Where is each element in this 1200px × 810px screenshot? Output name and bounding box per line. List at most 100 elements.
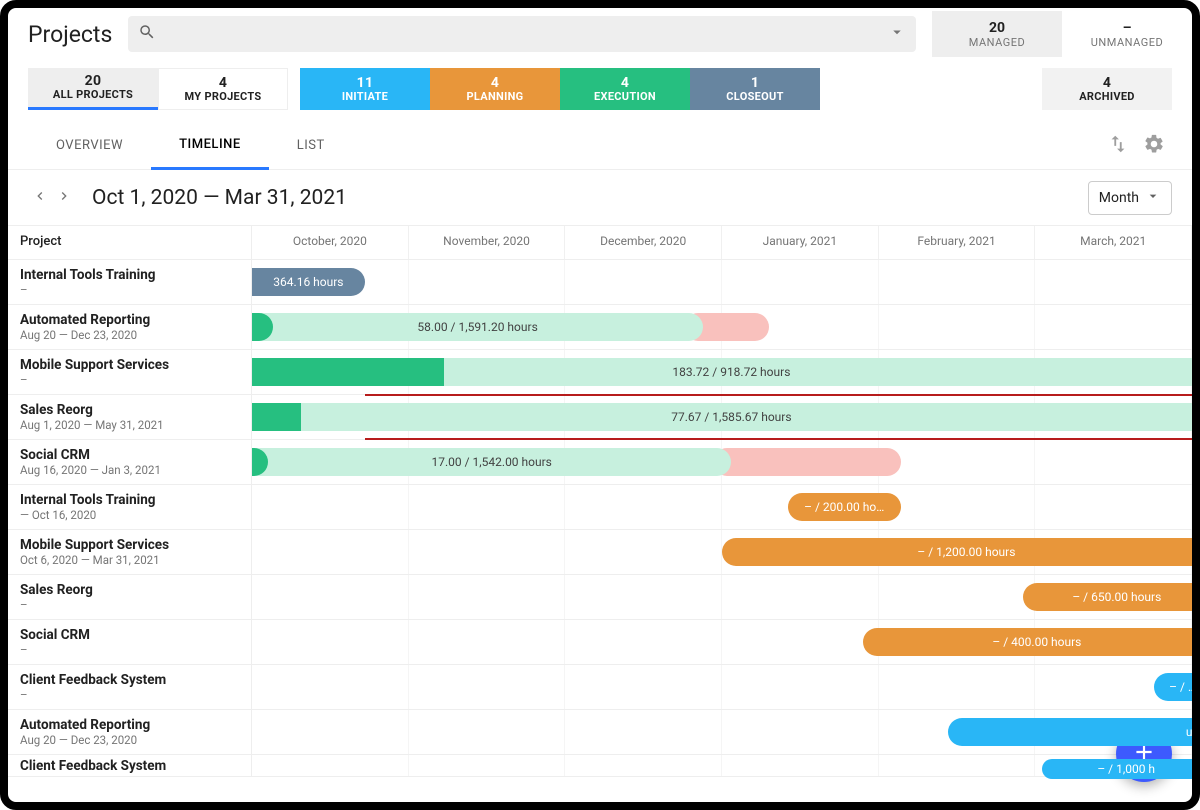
gantt-bar-label: 17.00 / 1,542.00 hours xyxy=(252,455,731,469)
gantt-bar-label: – / 1,000 h xyxy=(1042,762,1200,776)
chevron-right-icon xyxy=(56,188,72,208)
project-cell[interactable]: Client Feedback System xyxy=(8,755,252,776)
filter-closeout-label: CLOSEOUT xyxy=(726,90,783,103)
filter-closeout-count: 1 xyxy=(751,76,759,90)
gantt-bar[interactable]: 58.00 / 1,591.20 hours xyxy=(252,313,703,341)
gantt-row: Sales ReorgAug 1, 2020 — May 31, 202177.… xyxy=(8,395,1192,440)
filter-my-projects[interactable]: 4 MY PROJECTS xyxy=(158,68,288,110)
page-title: Projects xyxy=(28,21,112,48)
tab-list[interactable]: LIST xyxy=(269,122,353,170)
gantt-bar-label: 364.16 hours xyxy=(252,275,365,289)
filter-closeout[interactable]: 1 CLOSEOUT xyxy=(690,68,820,110)
managed-summary[interactable]: 20 MANAGED xyxy=(932,11,1062,57)
gantt-bar[interactable]: – / 1,200.00 hours xyxy=(722,538,1200,566)
gantt-bar[interactable]: 17.00 / 1,542.00 hours xyxy=(252,448,731,476)
project-name: Internal Tools Training xyxy=(20,267,239,283)
filter-execution-count: 4 xyxy=(621,76,629,90)
filter-mine-label: MY PROJECTS xyxy=(185,90,262,103)
gantt-bar[interactable]: 364.16 hours xyxy=(252,268,365,296)
gantt-row: Mobile Support ServicesOct 6, 2020 — Mar… xyxy=(8,530,1192,575)
filter-initiate-label: INITIATE xyxy=(342,90,388,103)
project-cell[interactable]: Sales Reorg– xyxy=(8,575,252,619)
project-cell[interactable]: Social CRM– xyxy=(8,620,252,664)
project-cell[interactable]: Internal Tools Training– xyxy=(8,260,252,304)
gantt-bar[interactable] xyxy=(252,403,301,431)
project-dates: — Oct 16, 2020 xyxy=(20,508,239,522)
gantt-bar[interactable]: – / 200.00 ho… xyxy=(788,493,901,521)
project-dates: Aug 20 — Dec 23, 2020 xyxy=(20,733,239,747)
gantt-bar-label: 58.00 / 1,591.20 hours xyxy=(252,320,703,334)
gantt-bar-label: 77.67 / 1,585.67 hours xyxy=(252,410,1200,424)
project-name: Mobile Support Services xyxy=(20,357,239,373)
project-name: Client Feedback System xyxy=(20,758,239,774)
gantt-bar-label: – / 400.00 hours xyxy=(863,635,1200,649)
filter-all-label: ALL PROJECTS xyxy=(53,88,133,101)
filter-planning-count: 4 xyxy=(491,76,499,90)
chevron-down-icon xyxy=(1145,188,1161,208)
unmanaged-count: – xyxy=(1062,20,1192,36)
project-name: Automated Reporting xyxy=(20,312,239,328)
gantt-bar[interactable] xyxy=(252,358,444,386)
project-dates: – xyxy=(20,643,239,657)
gantt-row: Client Feedback System–– / … xyxy=(8,665,1192,710)
project-cell[interactable]: Sales ReorgAug 1, 2020 — May 31, 2021 xyxy=(8,395,252,439)
gantt-row: Mobile Support Services–183.72 / 918.72 … xyxy=(8,350,1192,395)
gantt-row: Internal Tools Training–364.16 hours xyxy=(8,260,1192,305)
gantt-row: Automated ReportingAug 20 — Dec 23, 2020… xyxy=(8,305,1192,350)
month-header: February, 2021 xyxy=(879,226,1036,259)
filter-initiate[interactable]: 11 INITIATE xyxy=(300,68,430,110)
gantt-bar-label: – / 650.00 hours xyxy=(1023,590,1200,604)
gantt-bar[interactable]: – / … xyxy=(1154,673,1200,701)
gantt-bar[interactable]: – / 650.00 hours xyxy=(1023,583,1200,611)
month-header: November, 2020 xyxy=(409,226,566,259)
filter-initiate-count: 11 xyxy=(357,76,374,90)
gantt-bar[interactable] xyxy=(713,448,901,476)
search-input[interactable] xyxy=(128,16,916,52)
project-name: Sales Reorg xyxy=(20,582,239,598)
project-cell[interactable]: Mobile Support Services– xyxy=(8,350,252,394)
tab-overview[interactable]: OVERVIEW xyxy=(28,122,151,170)
tab-timeline[interactable]: TIMELINE xyxy=(151,122,269,170)
project-dates: – xyxy=(20,283,239,297)
unmanaged-summary[interactable]: – UNMANAGED xyxy=(1062,11,1192,57)
gantt-bar-label: urs xyxy=(948,725,1200,739)
project-name: Mobile Support Services xyxy=(20,537,239,553)
filter-all-count: 20 xyxy=(85,74,102,88)
gantt-bar[interactable]: – / 400.00 hours xyxy=(863,628,1200,656)
project-dates: Aug 20 — Dec 23, 2020 xyxy=(20,328,239,342)
project-cell[interactable]: Mobile Support ServicesOct 6, 2020 — Mar… xyxy=(8,530,252,574)
gantt-row: Social CRM–– / 400.00 hours xyxy=(8,620,1192,665)
project-cell[interactable]: Internal Tools Training— Oct 16, 2020 xyxy=(8,485,252,529)
dropdown-caret-icon[interactable] xyxy=(888,23,906,45)
project-dates: Aug 1, 2020 — May 31, 2021 xyxy=(20,418,239,432)
next-range-button[interactable] xyxy=(52,186,76,210)
project-cell[interactable]: Automated ReportingAug 20 — Dec 23, 2020 xyxy=(8,305,252,349)
project-column-header: Project xyxy=(8,226,252,259)
gantt-bar[interactable]: 77.67 / 1,585.67 hours xyxy=(252,403,1200,431)
project-name: Social CRM xyxy=(20,627,239,643)
month-header: October, 2020 xyxy=(252,226,409,259)
gantt-bar[interactable]: – / 1,000 h xyxy=(1042,759,1200,779)
project-cell[interactable]: Client Feedback System– xyxy=(8,665,252,709)
filter-planning[interactable]: 4 PLANNING xyxy=(430,68,560,110)
filter-all-projects[interactable]: 20 ALL PROJECTS xyxy=(28,68,158,110)
sort-button[interactable] xyxy=(1100,128,1136,164)
gantt-bar[interactable]: urs xyxy=(948,718,1200,746)
project-cell[interactable]: Automated ReportingAug 20 — Dec 23, 2020 xyxy=(8,710,252,754)
project-name: Sales Reorg xyxy=(20,402,239,418)
filter-archived-label: ARCHIVED xyxy=(1079,90,1135,103)
filter-execution[interactable]: 4 EXECUTION xyxy=(560,68,690,110)
scale-select[interactable]: Month xyxy=(1088,181,1172,215)
project-cell[interactable]: Social CRMAug 16, 2020 — Jan 3, 2021 xyxy=(8,440,252,484)
gantt-bar-label: – / … xyxy=(1154,680,1200,694)
prev-range-button[interactable] xyxy=(28,186,52,210)
managed-label: MANAGED xyxy=(932,36,1062,49)
project-name: Client Feedback System xyxy=(20,672,239,688)
filter-mine-count: 4 xyxy=(219,76,227,90)
project-dates: Aug 16, 2020 — Jan 3, 2021 xyxy=(20,463,239,477)
managed-count: 20 xyxy=(932,20,1062,36)
filter-archived[interactable]: 4 ARCHIVED xyxy=(1042,68,1172,110)
settings-button[interactable] xyxy=(1136,128,1172,164)
project-dates: – xyxy=(20,373,239,387)
gear-icon xyxy=(1143,133,1165,159)
